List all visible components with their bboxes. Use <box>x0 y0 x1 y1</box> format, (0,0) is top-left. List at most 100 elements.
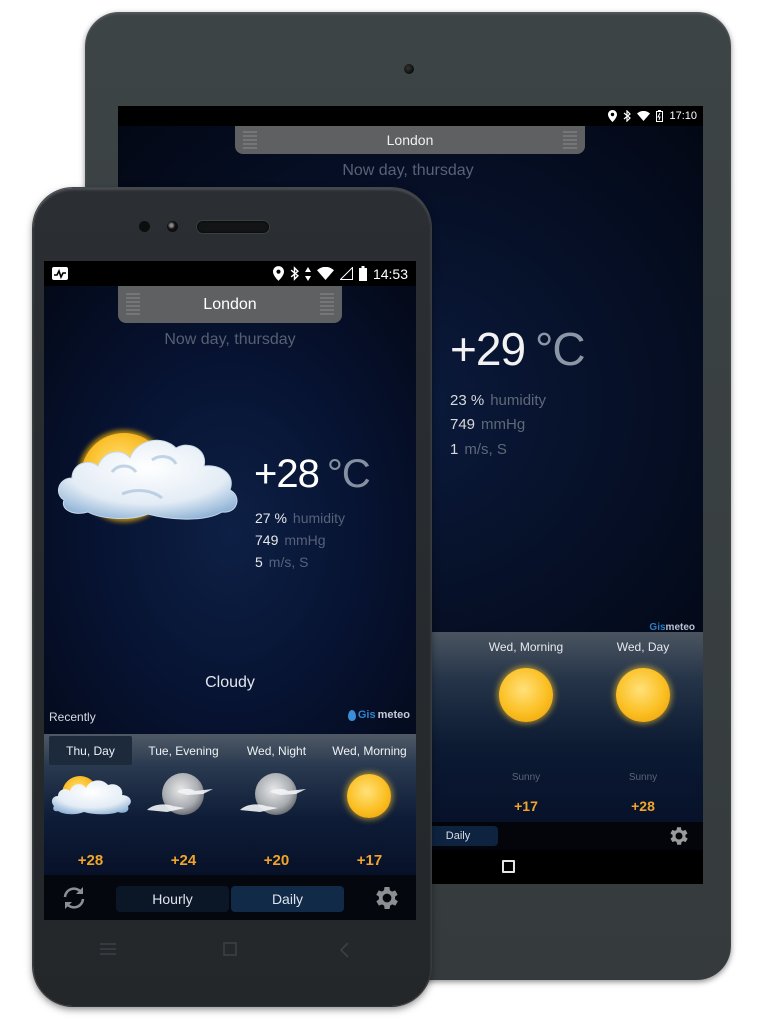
bluetooth-icon <box>290 266 299 281</box>
temperature-unit: °C <box>535 323 586 375</box>
tablet-city-selector[interactable]: London <box>235 126 585 154</box>
temperature-value: +28 <box>254 452 320 496</box>
phone-hardware-nav <box>33 920 431 990</box>
forecast-item[interactable]: Wed, Day Sunny +28 <box>583 632 703 814</box>
sun-icon <box>499 668 553 722</box>
humidity-value: 27 % <box>255 510 287 526</box>
battery-charging-icon <box>656 110 664 122</box>
forecast-day: Thu, Day <box>49 736 132 765</box>
forecast-day: Wed, Night <box>246 744 307 758</box>
signal-icon <box>339 267 353 280</box>
forecast-item[interactable]: Wed, Night +20 <box>230 734 323 875</box>
sun-icon <box>616 668 670 722</box>
humidity-label: humidity <box>490 392 547 409</box>
tablet-clock: 17:10 <box>669 110 697 122</box>
settings-gear-icon[interactable] <box>667 824 691 848</box>
forecast-day: Wed, Morning <box>332 744 407 758</box>
forecast-condition: Sunny <box>628 772 658 783</box>
drag-handle-icon[interactable] <box>243 131 257 149</box>
forecast-temperature: +28 <box>77 852 104 869</box>
pressure-value: 749 <box>450 416 476 433</box>
wifi-icon <box>637 111 651 121</box>
sun-icon <box>347 774 391 818</box>
gismeteo-logo: Gismeteo <box>347 709 410 721</box>
forecast-day: Wed, Day <box>616 640 670 654</box>
wind-value: 1 <box>450 441 459 458</box>
forecast-temperature: +28 <box>631 798 655 814</box>
activity-icon <box>52 267 68 280</box>
forecast-temperature: +24 <box>170 852 197 869</box>
forecast-item[interactable]: Tue, Evening +24 <box>137 734 230 875</box>
phone-device: 14:53 London Now day, thursday +28 °C 27… <box>33 188 431 1006</box>
tablet-current-temperature: +29 °C <box>450 322 586 376</box>
tablet-humidity: 23 % humidity <box>450 392 546 409</box>
forecast-item[interactable]: Wed, Morning Sunny +17 <box>466 632 586 814</box>
moon-cloud-icon <box>239 773 306 815</box>
phone-condition-label: Cloudy <box>205 674 255 691</box>
forecast-day: Wed, Morning <box>488 640 564 654</box>
forecast-temperature: +17 <box>514 798 538 814</box>
drag-handle-icon[interactable] <box>320 293 334 317</box>
drag-handle-icon[interactable] <box>563 131 577 149</box>
tablet-camera <box>404 64 414 74</box>
tablet-city-name: London <box>386 132 434 148</box>
phone-status-bar: 14:53 <box>44 261 416 286</box>
phone-period-label: Now day, thursday <box>164 331 296 348</box>
humidity-label: humidity <box>292 510 346 526</box>
forecast-temperature: +20 <box>263 852 290 869</box>
phone-sensor <box>139 221 150 232</box>
location-icon <box>272 266 284 281</box>
wifi-icon <box>317 267 334 280</box>
phone-screen: 14:53 London Now day, thursday +28 °C 27… <box>44 261 416 920</box>
phone-wind: 5 m/s, S <box>255 554 308 570</box>
brand-suffix: meteo <box>377 709 410 721</box>
back-icon[interactable] <box>339 942 349 958</box>
phone-forecast-strip[interactable]: Thu, Day +28 Tue, Evening +24 Wed, Night… <box>44 734 416 875</box>
drag-handle-icon[interactable] <box>126 293 140 317</box>
phone-bottom-bar: Hourly Daily <box>44 875 416 920</box>
tab-daily[interactable]: Daily <box>231 886 344 912</box>
phone-current-temperature: +28 °C <box>254 452 371 497</box>
pressure-label: mmHg <box>284 532 326 548</box>
data-arrows-icon <box>304 266 311 281</box>
menu-icon[interactable] <box>99 942 117 956</box>
temperature-value: +29 <box>450 323 526 375</box>
phone-weather-app: London Now day, thursday +28 °C 27 % hum… <box>44 286 416 734</box>
phone-pressure: 749 mmHg <box>255 532 326 548</box>
wind-value: 5 <box>255 554 263 570</box>
pressure-value: 749 <box>255 532 279 548</box>
wind-label: m/s, S <box>464 441 507 458</box>
forecast-condition: Sunny <box>511 772 541 783</box>
phone-speaker <box>197 221 269 233</box>
phone-city-name: London <box>203 295 257 313</box>
forecast-item[interactable]: Wed, Morning +17 <box>323 734 416 875</box>
phone-humidity: 27 % humidity <box>255 510 345 526</box>
temperature-unit: °C <box>326 452 371 496</box>
phone-clock: 14:53 <box>372 265 408 282</box>
tablet-period-label: Now day, thursday <box>342 162 474 179</box>
sun-behind-cloud-icon <box>57 430 238 522</box>
forecast-item[interactable]: Thu, Day +28 <box>44 734 137 875</box>
phone-city-selector[interactable]: London <box>118 286 342 323</box>
brand-prefix: Gis <box>357 709 376 721</box>
home-icon[interactable] <box>223 942 237 956</box>
recently-label: Recently <box>49 710 96 724</box>
settings-gear-icon[interactable] <box>372 883 402 913</box>
location-icon <box>608 110 618 122</box>
refresh-icon[interactable] <box>60 884 88 912</box>
forecast-day: Tue, Evening <box>148 744 219 758</box>
tablet-status-bar: 17:10 <box>118 106 703 126</box>
bluetooth-icon <box>624 110 632 122</box>
droplet-icon <box>347 709 356 721</box>
battery-icon <box>358 266 367 281</box>
tab-hourly[interactable]: Hourly <box>116 886 229 912</box>
pressure-label: mmHg <box>481 416 526 433</box>
phone-camera <box>167 221 178 232</box>
wind-label: m/s, S <box>268 554 309 570</box>
forecast-temperature: +17 <box>356 852 383 869</box>
home-button-icon[interactable] <box>502 860 515 873</box>
humidity-value: 23 % <box>450 392 485 409</box>
tablet-wind: 1 m/s, S <box>450 441 507 458</box>
sun-behind-cloud-icon <box>51 776 131 815</box>
tablet-pressure: 749 mmHg <box>450 416 525 433</box>
